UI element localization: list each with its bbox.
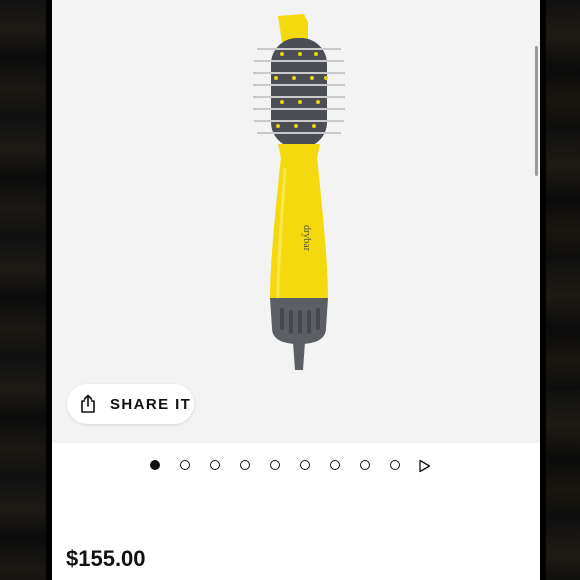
right-gutter bbox=[540, 0, 546, 580]
pagination-dot[interactable] bbox=[390, 460, 400, 470]
share-label: SHARE IT bbox=[110, 395, 192, 413]
pagination-dot[interactable] bbox=[330, 460, 340, 470]
brand-logo: drybar bbox=[301, 225, 312, 252]
background-left bbox=[0, 0, 52, 580]
image-pagination bbox=[150, 459, 440, 473]
product-card: drybar SHARE IT $155.00 bbox=[52, 0, 540, 580]
pagination-dot[interactable] bbox=[150, 460, 160, 470]
share-icon bbox=[81, 394, 95, 413]
pagination-dot[interactable] bbox=[240, 460, 250, 470]
pagination-dot[interactable] bbox=[180, 460, 190, 470]
scrollbar[interactable] bbox=[535, 46, 538, 176]
product-image: drybar bbox=[253, 14, 345, 370]
pagination-dot[interactable] bbox=[210, 460, 220, 470]
background-right bbox=[540, 0, 580, 580]
pagination-dot[interactable] bbox=[360, 460, 370, 470]
next-image-icon[interactable] bbox=[418, 459, 431, 473]
product-price: $155.00 bbox=[66, 546, 146, 571]
pagination-dot[interactable] bbox=[270, 460, 280, 470]
product-image-carousel[interactable]: drybar bbox=[52, 0, 540, 443]
pagination-dot[interactable] bbox=[300, 460, 310, 470]
share-button[interactable]: SHARE IT bbox=[67, 384, 194, 424]
